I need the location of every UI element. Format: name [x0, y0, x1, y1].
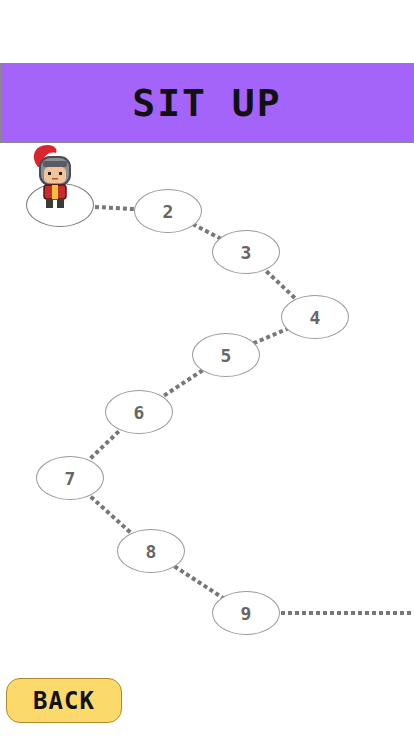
title-bar: SIT UP [0, 63, 414, 143]
level-node[interactable]: 5 [192, 333, 260, 377]
level-number: 9 [241, 603, 252, 624]
level-number: 5 [221, 345, 232, 366]
footer: BACK [0, 663, 414, 723]
level-number: 4 [310, 307, 321, 328]
level-node[interactable]: 3 [212, 230, 280, 274]
level-node[interactable]: 9 [212, 591, 280, 635]
level-select-screen: SIT UP 2 3 4 5 6 7 8 9 BACK [0, 0, 414, 736]
level-number: 6 [134, 402, 145, 423]
level-node[interactable]: 8 [117, 529, 185, 573]
knight-icon [28, 143, 80, 211]
level-number: 7 [65, 468, 76, 489]
level-node[interactable]: 4 [281, 295, 349, 339]
level-number: 2 [163, 201, 174, 222]
level-number: 3 [241, 242, 252, 263]
level-map: 2 3 4 5 6 7 8 9 [0, 143, 414, 663]
back-button[interactable]: BACK [6, 678, 122, 723]
level-node[interactable]: 2 [134, 189, 202, 233]
level-node[interactable]: 6 [105, 390, 173, 434]
level-node[interactable]: 7 [36, 456, 104, 500]
title: SIT UP [132, 81, 281, 125]
level-number: 8 [146, 541, 157, 562]
